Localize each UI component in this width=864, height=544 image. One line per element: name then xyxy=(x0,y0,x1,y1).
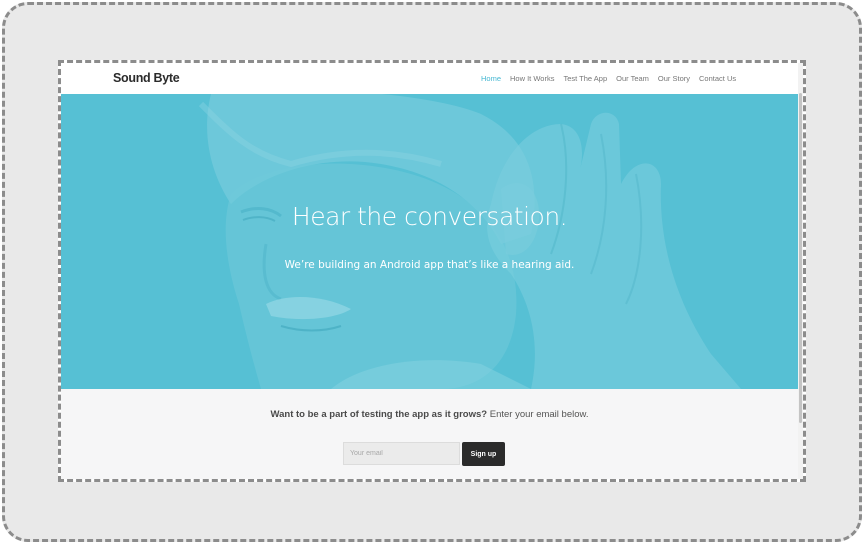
email-input[interactable] xyxy=(343,442,460,465)
hero-subtitle: We’re building an Android app that’s lik… xyxy=(284,259,575,271)
navbar: Sound Byte Home How It Works Test The Ap… xyxy=(61,63,798,94)
brand-logo[interactable]: Sound Byte xyxy=(113,71,180,85)
signup-prompt-rest: Enter your email below. xyxy=(487,409,589,420)
signup-button[interactable]: Sign up xyxy=(462,442,505,466)
signup-prompt-bold: Want to be a part of testing the app as … xyxy=(270,409,488,420)
nav-link-contact-us[interactable]: Contact Us xyxy=(699,74,736,83)
hero-title: Hear the conversation. xyxy=(291,202,568,231)
nav-link-our-story[interactable]: Our Story xyxy=(658,74,690,83)
scrollbar-thumb[interactable] xyxy=(799,93,802,423)
webpage: Sound Byte Home How It Works Test The Ap… xyxy=(61,63,798,479)
nav-link-test-the-app[interactable]: Test The App xyxy=(563,74,607,83)
nav-link-how-it-works[interactable]: How It Works xyxy=(510,74,554,83)
hero-section: Hear the conversation. We’re building an… xyxy=(61,94,798,389)
nav-link-home[interactable]: Home xyxy=(481,74,501,83)
nav-links: Home How It Works Test The App Our Team … xyxy=(481,74,745,83)
signup-section: Want to be a part of testing the app as … xyxy=(61,389,798,479)
hero-background-image xyxy=(61,94,798,389)
signup-prompt: Want to be a part of testing the app as … xyxy=(61,409,798,420)
page-viewport: Sound Byte Home How It Works Test The Ap… xyxy=(58,60,806,482)
nav-link-our-team[interactable]: Our Team xyxy=(616,74,649,83)
scrollbar[interactable] xyxy=(798,63,803,479)
